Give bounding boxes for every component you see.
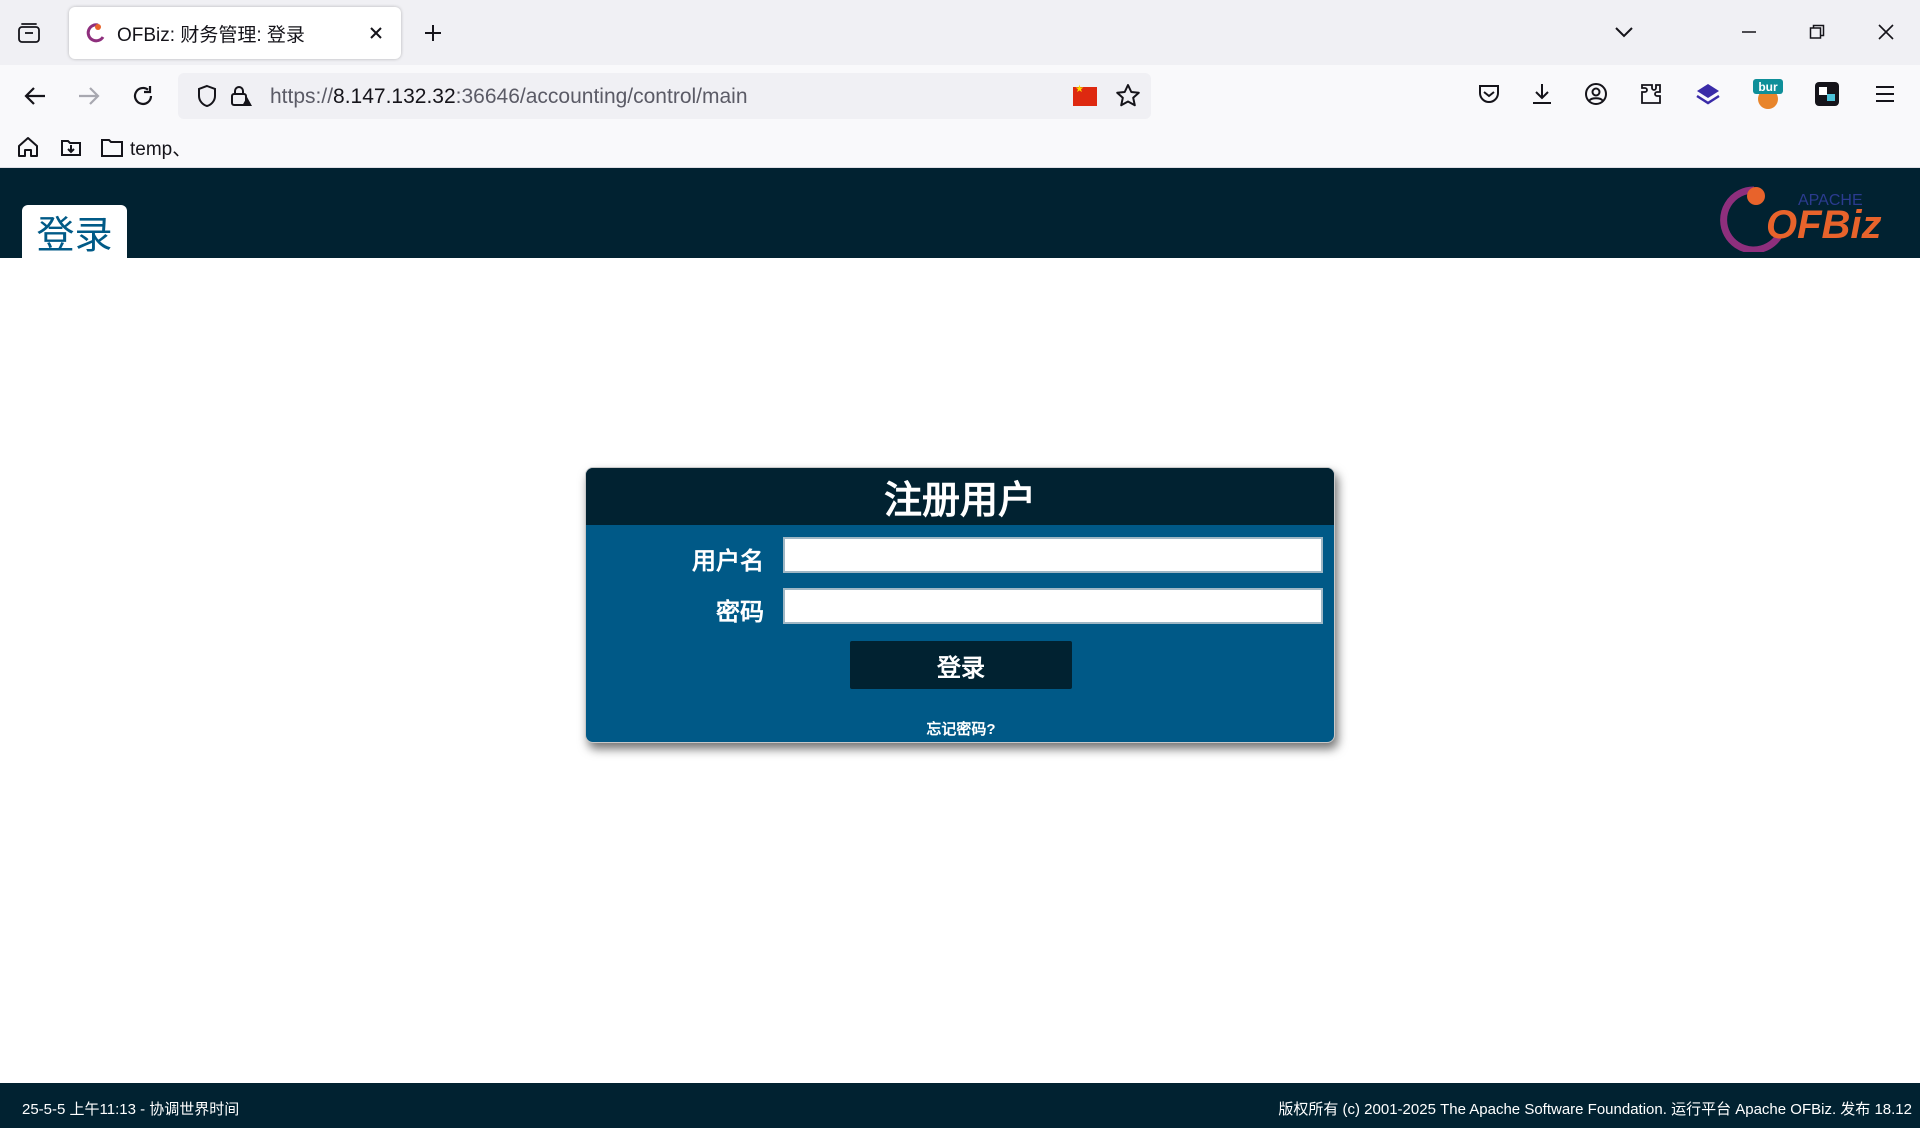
forward-icon[interactable] (72, 79, 106, 113)
footer-copyright: 版权所有 (c) 2001-2025 The Apache Software F… (1278, 1101, 1912, 1118)
minimize-icon[interactable] (1729, 14, 1769, 50)
username-row: 用户名 (586, 537, 1334, 575)
pocket-icon[interactable] (1472, 77, 1506, 111)
username-label: 用户名 (692, 548, 764, 575)
app-header: 登录 APACHE OFBiz (0, 168, 1920, 258)
address-bar[interactable]: https://8.147.132.32:36646/accounting/co… (178, 73, 1151, 119)
insecure-lock-icon[interactable] (224, 79, 258, 113)
folder-icon (101, 139, 123, 157)
bookmark-folder-label: temp、 (130, 138, 192, 160)
bookmark-folder-temp[interactable]: temp、 (100, 133, 191, 161)
footer-timestamp: 25-5-5 上午11:13 - 协调世界时间 (22, 1101, 240, 1118)
downloads-icon[interactable] (1525, 77, 1559, 111)
reload-icon[interactable] (126, 79, 160, 113)
china-flag-icon[interactable] (1073, 84, 1097, 106)
back-icon[interactable] (18, 79, 52, 113)
password-label: 密码 (716, 599, 764, 626)
restore-icon[interactable] (1797, 14, 1837, 50)
login-title: 注册用户 (586, 468, 1334, 525)
svg-text:OFBiz: OFBiz (1766, 203, 1882, 247)
tracking-protection-shield-icon[interactable] (190, 79, 224, 113)
account-icon[interactable] (1579, 77, 1613, 111)
layers-extension-icon[interactable] (1691, 77, 1725, 111)
svg-text:bur: bur (1758, 80, 1778, 94)
username-input[interactable] (783, 537, 1323, 573)
login-panel: 注册用户 用户名 密码 登录 忘记密码? (585, 467, 1335, 743)
close-tab-icon[interactable] (365, 22, 387, 44)
new-tab-icon[interactable] (418, 18, 448, 48)
tab-overview-icon[interactable] (12, 18, 46, 48)
app-menu-icon[interactable] (1868, 77, 1902, 111)
import-bookmarks-icon[interactable] (57, 133, 85, 161)
browser-tab[interactable]: OFBiz: 财务管理: 登录 (69, 7, 401, 59)
list-all-tabs-chevron-icon[interactable] (1604, 14, 1644, 50)
bookmark-star-icon[interactable] (1111, 79, 1145, 113)
home-icon[interactable] (14, 133, 42, 161)
url-text[interactable]: https://8.147.132.32:36646/accounting/co… (270, 85, 748, 109)
burp-extension-icon[interactable]: bur (1751, 77, 1785, 111)
bookmarks-toolbar: temp、 (0, 125, 1920, 168)
navigation-toolbar: https://8.147.132.32:36646/accounting/co… (0, 65, 1920, 125)
page-footer: 25-5-5 上午11:13 - 协调世界时间 版权所有 (c) 2001-20… (0, 1083, 1920, 1128)
proxy-extension-icon[interactable] (1810, 77, 1844, 111)
login-submit-button[interactable]: 登录 (850, 641, 1072, 689)
tab-title: OFBiz: 财务管理: 登录 (117, 24, 305, 46)
forgot-password-link[interactable]: 忘记密码? (586, 718, 1334, 739)
extensions-icon[interactable] (1634, 77, 1668, 111)
password-input[interactable] (783, 588, 1323, 624)
password-row: 密码 (586, 588, 1334, 626)
close-window-icon[interactable] (1866, 14, 1906, 50)
ofbiz-logo: APACHE OFBiz (1720, 186, 1882, 252)
page-tab-login[interactable]: 登录 (22, 205, 127, 258)
tab-strip: OFBiz: 财务管理: 登录 (0, 0, 1920, 65)
ofbiz-favicon-icon (86, 23, 105, 43)
